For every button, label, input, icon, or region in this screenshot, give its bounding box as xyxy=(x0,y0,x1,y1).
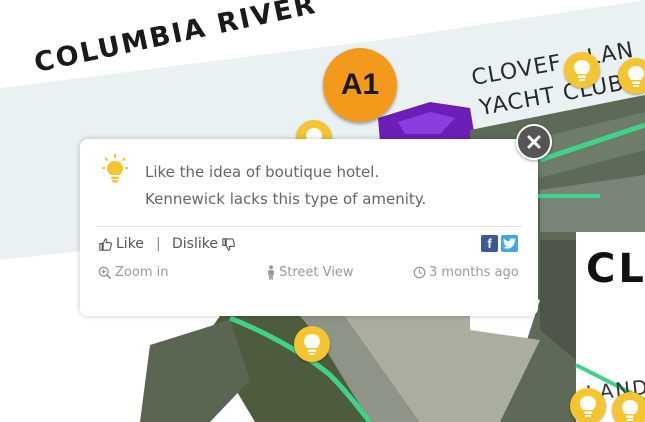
comment-line: Kennewick lacks this type of amenity. xyxy=(145,190,427,208)
idea-pin[interactable] xyxy=(612,392,645,422)
lightbulb-icon xyxy=(628,66,644,87)
idea-comment: Like the idea of boutique hotel. Kennewi… xyxy=(145,159,515,213)
action-separator: | xyxy=(156,236,161,252)
dislike-label: Dislike xyxy=(172,236,218,252)
close-icon xyxy=(527,135,541,149)
a1-marker[interactable]: A1 xyxy=(323,48,397,122)
street-view-label: Street View xyxy=(279,265,354,280)
clock-icon xyxy=(413,266,426,279)
cl-label-front: CL xyxy=(586,246,645,292)
idea-pin[interactable] xyxy=(564,52,600,88)
timestamp-label: 3 months ago xyxy=(429,265,519,280)
lightbulb-icon xyxy=(574,60,590,81)
timestamp: 3 months ago xyxy=(413,265,519,280)
a1-marker-label: A1 xyxy=(340,68,380,101)
idea-pin[interactable] xyxy=(570,388,606,422)
street-view-button[interactable]: Street View xyxy=(266,265,353,280)
thumbs-down-icon xyxy=(222,237,235,251)
zoom-in-label: Zoom in xyxy=(115,265,169,280)
like-label: Like xyxy=(116,236,144,252)
comment-line: Like the idea of boutique hotel. xyxy=(145,163,380,181)
idea-popup: Like the idea of boutique hotel. Kennewi… xyxy=(80,139,538,316)
close-popup-button[interactable] xyxy=(516,124,552,160)
popup-divider xyxy=(96,226,522,227)
dislike-button[interactable]: Dislike xyxy=(172,236,236,252)
thumbs-up-icon xyxy=(99,237,112,251)
twitter-share-button[interactable] xyxy=(501,235,518,252)
twitter-icon xyxy=(503,238,516,249)
map-view[interactable]: COLUMBIA RIVER CLOVEFLAN YACHT CLUB CL L… xyxy=(0,0,645,422)
person-icon xyxy=(268,265,274,280)
zoom-in-button[interactable]: Zoom in xyxy=(98,265,168,280)
facebook-share-button[interactable]: f xyxy=(481,235,498,252)
lightbulb-icon xyxy=(102,154,128,183)
lightbulb-icon xyxy=(580,396,596,417)
facebook-icon: f xyxy=(487,236,492,251)
zoom-in-icon xyxy=(98,266,112,279)
lightbulb-icon xyxy=(622,400,638,421)
idea-pin-selected[interactable] xyxy=(294,326,330,362)
lightbulb-icon xyxy=(304,334,320,355)
like-button[interactable]: Like xyxy=(98,236,144,252)
